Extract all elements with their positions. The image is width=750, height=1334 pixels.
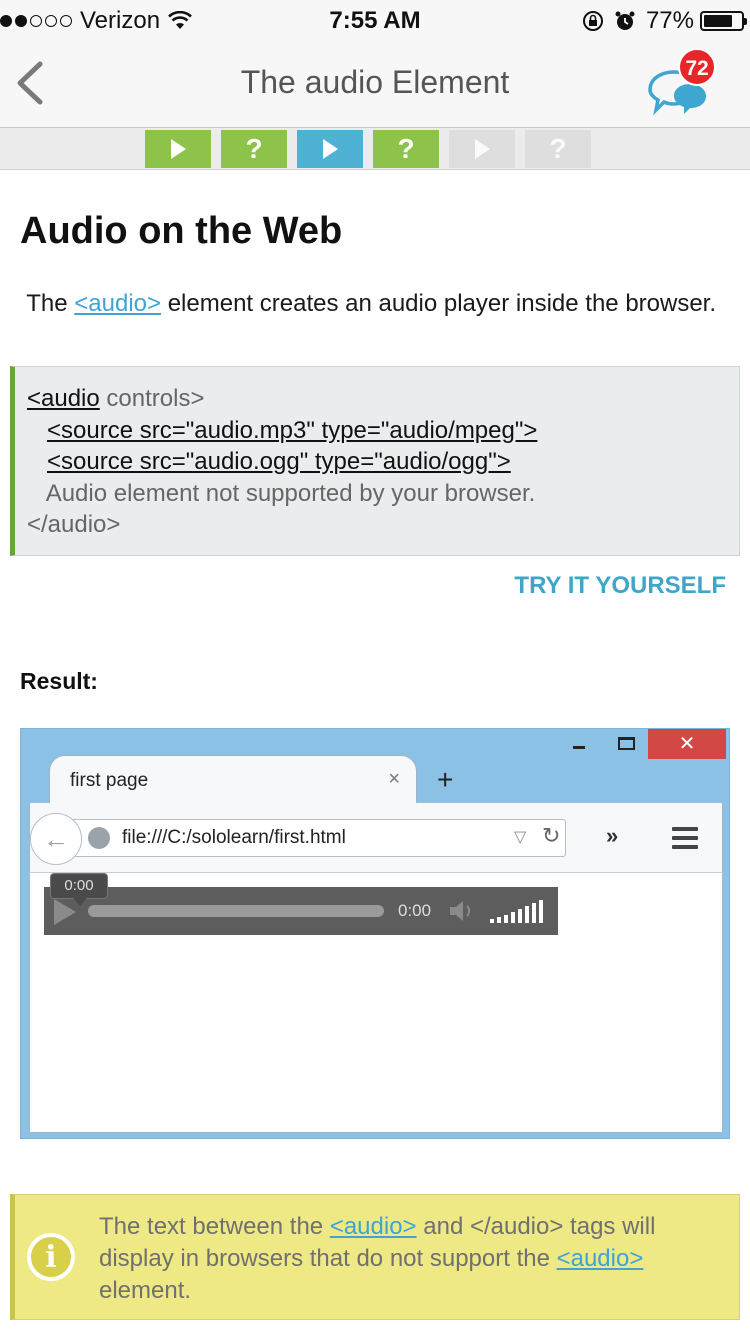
status-bar: Verizon 7:55 AM 77% (0, 0, 750, 40)
alarm-icon (615, 11, 635, 30)
note-text: The text between the <audio> and </audio… (99, 1211, 719, 1307)
play-step-icon (322, 139, 338, 159)
globe-icon (88, 827, 110, 849)
address-url: file:///C:/sololearn/first.html (122, 827, 346, 848)
intro-text-end: element creates an audio player inside t… (161, 290, 717, 317)
code-block: <audio controls> <source src="audio.mp3"… (10, 366, 740, 556)
time-tooltip: 0:00 (50, 873, 108, 906)
note-text-3: element. (99, 1277, 192, 1304)
browser-tab: first page × (49, 755, 417, 803)
code-audio-tag: <audio (27, 385, 100, 412)
battery-fill (704, 15, 732, 27)
audio-tag-link[interactable]: <audio> (74, 290, 161, 317)
volume-icon (450, 901, 471, 921)
maximize-icon (618, 737, 635, 750)
battery-percent: 77% (645, 7, 694, 34)
note-text-1: The text between the (99, 1213, 330, 1240)
browser-tab-title: first page (70, 770, 149, 791)
quiz-step-icon: ? (549, 133, 567, 164)
quiz-step-icon: ? (397, 133, 415, 164)
code-line-2: <source src="audio.mp3" type="audio/mpeg… (47, 416, 538, 444)
progress-step-2[interactable]: ? (221, 130, 287, 168)
progress-step-3[interactable] (297, 130, 363, 168)
reload-icon: ↻ (542, 823, 561, 848)
lesson-heading: Audio on the Web (20, 210, 343, 252)
progress-step-4[interactable]: ? (373, 130, 439, 168)
note-audio-link-2[interactable]: <audio> (557, 1245, 644, 1272)
progress-steps: ??? (145, 130, 601, 168)
new-tab-icon: + (437, 764, 454, 795)
progress-step-5 (449, 130, 515, 168)
browser-back-icon: ← (30, 813, 82, 865)
rotation-lock-icon (582, 11, 603, 31)
browser-viewport: 0:00 0:00 (29, 873, 723, 1133)
volume-level-icon (490, 899, 546, 923)
try-it-yourself-button[interactable]: TRY IT YOURSELF (514, 572, 726, 600)
quiz-step-icon: ? (245, 133, 263, 164)
play-step-icon (474, 139, 490, 159)
result-label: Result: (20, 668, 98, 694)
progress-step-1[interactable] (145, 130, 211, 168)
audio-player: 0:00 (44, 887, 558, 935)
intro-text-start: The (20, 290, 75, 317)
battery-icon (700, 11, 747, 31)
note-audio-link-1[interactable]: <audio> (330, 1213, 417, 1240)
progress-step-6: ? (525, 130, 591, 168)
nav-bar: The audio Element 72 (0, 40, 750, 128)
seek-bar (88, 905, 384, 917)
info-note: i The text between the <audio> and </aud… (10, 1194, 740, 1320)
page-title: The audio Element (240, 64, 510, 100)
lesson-intro: The <audio> element creates an audio pla… (20, 288, 730, 319)
browser-menu-icon (672, 827, 698, 849)
result-browser-window: ✕ first page × + ← file:///C:/sololearn/… (20, 728, 730, 1139)
lesson-progress-bar: ??? (0, 128, 750, 170)
tab-close-icon: × (388, 768, 400, 790)
code-line-1: controls> (99, 385, 205, 412)
comments-button[interactable]: 72 (644, 48, 724, 120)
code-line-3: <source src="audio.ogg" type="audio/ogg"… (47, 448, 511, 475)
url-dropdown-icon: ▽ (514, 829, 527, 846)
comment-count-badge: 72 (678, 48, 716, 86)
info-icon: i (27, 1233, 75, 1281)
code-line-5: </audio> (27, 511, 121, 538)
player-time: 0:00 (398, 901, 432, 920)
code-line-4: Audio element not supported by your brow… (45, 479, 536, 507)
play-step-icon (170, 139, 186, 159)
browser-toolbar: ← file:///C:/sololearn/first.html ▽ ↻ » (29, 803, 723, 873)
minimize-icon (573, 746, 585, 749)
window-close-icon: ✕ (648, 729, 726, 759)
toolbar-overflow-icon: » (606, 823, 619, 848)
